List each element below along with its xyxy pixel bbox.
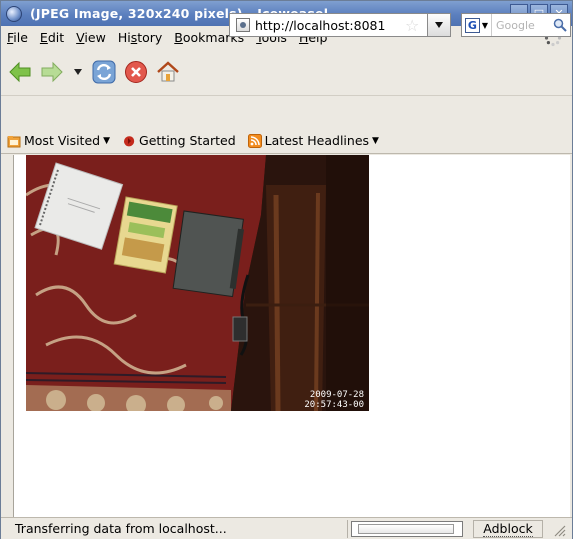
resize-grip-icon[interactable]: [549, 521, 567, 537]
image-timestamp-date: 2009-07-28: [310, 390, 364, 400]
back-arrow-icon: [9, 61, 31, 83]
bookmark-star-icon[interactable]: ☆: [405, 16, 419, 35]
home-icon: [157, 61, 179, 82]
status-bar: Transferring data from localhost... Adbl…: [1, 517, 572, 539]
progress-track: [358, 524, 454, 534]
google-icon: G: [464, 17, 480, 33]
bookmark-getting-started[interactable]: Getting Started: [122, 133, 236, 148]
status-separator: [347, 520, 348, 538]
iceweasel-app-icon: [6, 5, 22, 22]
navigation-toolbar: [1, 49, 572, 96]
chevron-down-icon: [435, 22, 443, 28]
status-text: Transferring data from localhost...: [15, 521, 227, 536]
firefox-icon: [124, 135, 135, 146]
adblock-label: Adblock: [483, 521, 533, 537]
menu-file[interactable]: File: [1, 30, 34, 45]
folder-icon: [7, 135, 21, 147]
webcam-jpeg-image[interactable]: 2009-07-28 20:57:43-00: [26, 155, 369, 411]
image-timestamp-time: 20:57:43-00: [304, 400, 364, 410]
bookmark-most-visited[interactable]: Most Visited ▼: [7, 133, 110, 148]
search-engine-selector[interactable]: G ▼: [462, 14, 492, 36]
chevron-down-icon: ▼: [481, 20, 489, 30]
url-bar[interactable]: http://localhost:8081 ☆: [229, 13, 451, 37]
url-history-dropdown[interactable]: [427, 13, 451, 37]
page-load-progress: [351, 521, 463, 537]
back-button[interactable]: [7, 59, 33, 85]
stop-icon: [125, 61, 147, 83]
site-identity-icon[interactable]: [236, 18, 250, 32]
home-button[interactable]: [155, 59, 181, 85]
search-input[interactable]: Google: [496, 19, 553, 32]
rss-feed-icon: [247, 133, 262, 148]
menu-view[interactable]: View: [70, 30, 112, 45]
reload-button[interactable]: [91, 59, 117, 85]
chevron-down-icon: [74, 69, 82, 75]
menu-history[interactable]: History: [112, 30, 168, 45]
history-dropdown-button[interactable]: [71, 59, 85, 85]
page-content-area: 2009-07-28 20:57:43-00: [13, 155, 570, 517]
search-magnifier-icon[interactable]: [553, 18, 567, 32]
search-box[interactable]: G ▼ Google: [461, 13, 571, 37]
adblock-status-button[interactable]: Adblock: [473, 520, 543, 538]
url-input[interactable]: http://localhost:8081: [255, 18, 403, 33]
reload-icon: [92, 60, 116, 84]
chevron-down-icon: ▼: [103, 135, 111, 146]
stop-button[interactable]: [123, 59, 149, 85]
forward-button[interactable]: [39, 59, 65, 85]
bookmarks-toolbar: Most Visited ▼ Getting Started Latest He…: [1, 128, 572, 154]
menu-edit[interactable]: Edit: [34, 30, 70, 45]
forward-arrow-icon: [41, 61, 63, 83]
webcam-photo-image: 2009-07-28 20:57:43-00: [26, 155, 369, 411]
bookmark-latest-headlines[interactable]: Latest Headlines ▼: [247, 133, 379, 148]
chevron-down-icon: ▼: [372, 135, 379, 146]
browser-window: (JPEG Image, 320x240 pixels) - Iceweasel…: [0, 0, 573, 539]
